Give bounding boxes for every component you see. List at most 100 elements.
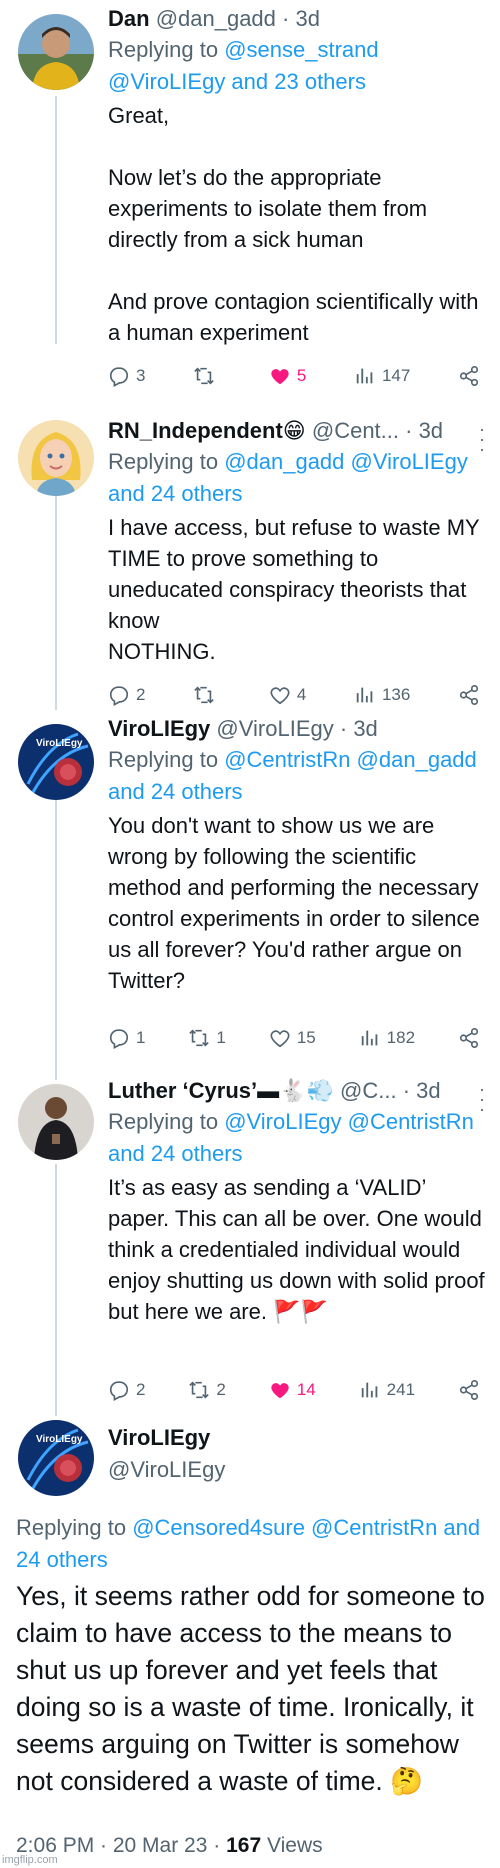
tweet-actions: 1 1 15 182	[108, 1023, 480, 1053]
retweet-icon	[194, 686, 214, 704]
reply-count: 3	[136, 366, 146, 385]
like-count: 15	[296, 1028, 316, 1047]
views-icon	[361, 1382, 378, 1398]
reply-count: 2	[136, 685, 146, 704]
avatar[interactable]	[18, 14, 94, 90]
heart-icon	[270, 687, 290, 705]
tweet-text: Great, Now let’s do the appropriate expe…	[108, 103, 479, 345]
avatar[interactable]: ViroLIEgy	[18, 1420, 94, 1496]
user-handle[interactable]: @ViroLIEgy	[216, 716, 333, 741]
more-options-icon[interactable]: · · ·	[478, 420, 486, 458]
reply-context: Replying to @dan_gadd @ViroLIEgy and 24 …	[108, 446, 486, 510]
avatar-logo-text: ViroLIEgy	[36, 738, 83, 749]
user-handle[interactable]: @ViroLIEgy	[108, 1454, 225, 1486]
tweet-header: ViroLIEgy @ViroLIEgy · 3d	[108, 714, 486, 744]
views-icon	[361, 1030, 378, 1046]
tweet-time[interactable]: · 3d	[403, 1078, 441, 1103]
views-icon	[356, 368, 373, 384]
retweet-button[interactable]: 1	[188, 1027, 226, 1049]
like-count: 4	[296, 685, 307, 704]
retweet-button[interactable]	[193, 684, 221, 706]
user-handle[interactable]: @C...	[340, 1078, 397, 1103]
share-button[interactable]	[458, 1027, 480, 1049]
views-button[interactable]: 241	[359, 1379, 415, 1401]
tweet-time[interactable]: · 3d	[340, 716, 378, 741]
views-button[interactable]: 182	[359, 1027, 415, 1049]
reply-icon	[109, 367, 129, 387]
tweet-time[interactable]: · 3d	[282, 6, 320, 31]
reply-prefix: Replying to	[108, 37, 225, 62]
views-count: 182	[386, 1028, 416, 1047]
views-count: 147	[381, 366, 411, 385]
retweet-icon	[189, 1381, 210, 1399]
like-button[interactable]: 5	[269, 365, 306, 387]
share-button[interactable]	[458, 1379, 480, 1401]
views-button[interactable]: 147	[354, 365, 410, 387]
reply-count: 1	[136, 1028, 146, 1047]
tweet-actions: 3 5 147	[108, 361, 480, 391]
tweet-time[interactable]: · 3d	[405, 418, 443, 443]
heart-filled-icon	[271, 1383, 289, 1399]
tweet-text: You don't want to show us we are wrong b…	[108, 813, 480, 993]
reply-icon	[109, 1029, 129, 1049]
tweet-header: Luther ‘Cyrus’▬🐇💨 @C... · 3d	[108, 1076, 486, 1106]
views-count: 241	[386, 1380, 416, 1399]
heart-filled-icon	[271, 369, 289, 385]
user-handle[interactable]: @dan_gadd	[156, 6, 276, 31]
share-button[interactable]	[458, 365, 480, 387]
tweet[interactable]: RN_Independent😁 @Cent... · 3d Replying t…	[0, 418, 500, 720]
reply-context: Replying to @CentristRn @dan_gadd and 24…	[108, 744, 486, 808]
tweet-actions: 2 4 136	[108, 680, 480, 710]
focused-tweet[interactable]: ViroLIEgy ViroLIEgy @ViroLIEgy Replying …	[0, 1420, 500, 1868]
views-label: Views	[261, 1834, 323, 1857]
retweet-count: 1	[216, 1028, 226, 1047]
retweet-button[interactable]	[193, 365, 221, 387]
share-icon	[459, 1380, 479, 1400]
like-button[interactable]: 14	[269, 1379, 316, 1401]
share-icon	[459, 685, 479, 705]
reply-context: Replying to @sense_strand @ViroLIEgy and…	[108, 34, 486, 98]
views-icon	[356, 687, 373, 703]
tweet-header: Dan @dan_gadd · 3d	[108, 4, 486, 34]
tweet-text: Yes, it seems rather odd for someone to …	[16, 1581, 485, 1796]
display-name[interactable]: ViroLIEgy	[108, 716, 210, 741]
reply-button[interactable]: 2	[108, 1379, 145, 1401]
user-handle[interactable]: @Cent...	[312, 418, 399, 443]
like-count: 5	[296, 366, 307, 385]
retweet-icon	[189, 1029, 210, 1047]
avatar[interactable]	[18, 1084, 94, 1160]
like-button[interactable]: 15	[269, 1027, 316, 1049]
reply-button[interactable]: 3	[108, 365, 145, 387]
tweet-metadata: 2:06 PM · 20 Mar 23 · 167 Views	[16, 1831, 323, 1861]
avatar[interactable]	[18, 420, 94, 496]
reply-button[interactable]: 2	[108, 684, 145, 706]
reply-button[interactable]: 1	[108, 1027, 145, 1049]
like-count: 14	[296, 1380, 316, 1399]
share-button[interactable]	[458, 684, 480, 706]
tweet-actions: 2 2 14 241	[108, 1375, 480, 1405]
avatar[interactable]: ViroLIEgy	[18, 724, 94, 800]
retweet-button[interactable]: 2	[188, 1379, 226, 1401]
reply-prefix: Replying to	[16, 1515, 133, 1540]
watermark: imgflip.com	[2, 1854, 58, 1866]
views-button[interactable]: 136	[354, 684, 410, 706]
display-name[interactable]: Dan	[108, 6, 150, 31]
reply-icon	[109, 1381, 129, 1401]
reply-prefix: Replying to	[108, 747, 225, 772]
reply-context: Replying to @Censored4sure @CentristRn a…	[16, 1512, 484, 1576]
display-name[interactable]: RN_Independent😁	[108, 418, 306, 443]
tweet-text: I have access, but refuse to waste MY TI…	[108, 515, 480, 664]
reply-count: 2	[136, 1380, 146, 1399]
like-button[interactable]: 4	[269, 684, 306, 706]
more-options-icon[interactable]: · · ·	[478, 1080, 486, 1118]
views-count: 136	[381, 685, 411, 704]
tweet[interactable]: ViroLIEgy ViroLIEgy @ViroLIEgy · 3d Repl…	[0, 716, 500, 1080]
tweet[interactable]: Luther ‘Cyrus’▬🐇💨 @C... · 3d Replying to…	[0, 1078, 500, 1420]
tweet[interactable]: Dan @dan_gadd · 3d Replying to @sense_st…	[0, 0, 500, 420]
tweet-header: RN_Independent😁 @Cent... · 3d	[108, 416, 486, 446]
display-name[interactable]: ViroLIEgy	[108, 1422, 225, 1454]
retweet-count: 2	[216, 1380, 226, 1399]
display-name[interactable]: Luther ‘Cyrus’▬🐇💨	[108, 1078, 334, 1103]
share-icon	[459, 366, 479, 386]
reply-prefix: Replying to	[108, 1109, 225, 1134]
